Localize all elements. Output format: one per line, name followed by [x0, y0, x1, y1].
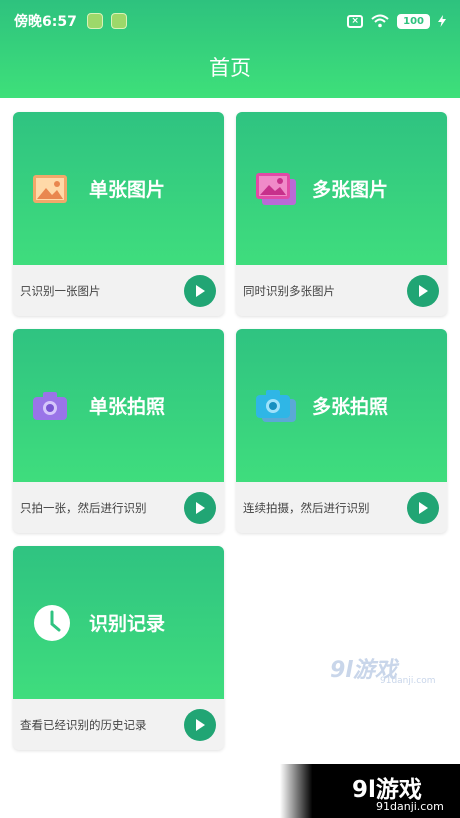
multi-camera-icon [256, 389, 296, 422]
card-description: 只拍一张，然后进行识别 [20, 500, 147, 515]
play-button[interactable] [407, 274, 439, 307]
play-button[interactable] [184, 274, 216, 307]
app-header: 傍晚6:57 × 100 首页 [0, 0, 460, 98]
play-icon [196, 284, 205, 297]
card-single-image[interactable]: 单张图片 只识别一张图片 [13, 112, 224, 316]
card-single-photo[interactable]: 单张拍照 只拍一张，然后进行识别 [13, 329, 224, 533]
card-description: 只识别一张图片 [20, 283, 101, 298]
card-banner: 多张拍照 [236, 329, 447, 482]
card-label: 识别记录 [89, 613, 166, 635]
page-title: 首页 [209, 56, 251, 80]
status-bar: 傍晚6:57 × 100 [0, 0, 460, 42]
image-icon [33, 174, 67, 203]
clock-icon [34, 604, 70, 641]
card-footer: 只拍一张，然后进行识别 [13, 482, 224, 533]
watermark-banner: 9l游戏 91danji.com [280, 764, 460, 818]
watermark-site: 91danji.com [380, 676, 436, 686]
notification-app-icon [86, 13, 103, 29]
card-label: 单张拍照 [89, 396, 166, 418]
card-description: 同时识别多张图片 [243, 283, 335, 298]
sim-off-icon: × [347, 14, 364, 28]
play-icon [419, 284, 428, 297]
wifi-icon [371, 14, 389, 28]
card-label: 单张图片 [89, 179, 166, 201]
play-button[interactable] [184, 491, 216, 524]
card-description: 连续拍摄，然后进行识别 [243, 500, 370, 515]
play-button[interactable] [184, 708, 216, 741]
card-footer: 同时识别多张图片 [236, 265, 447, 316]
camera-icon [33, 391, 67, 420]
status-icons: × 100 [347, 13, 446, 29]
play-button[interactable] [407, 491, 439, 524]
card-multi-image[interactable]: 多张图片 同时识别多张图片 [236, 112, 447, 316]
status-time: 傍晚6:57 [14, 14, 77, 30]
card-footer: 查看已经识别的历史记录 [13, 699, 224, 750]
notification-app-icon [110, 13, 127, 29]
charging-icon [438, 15, 446, 27]
card-multi-photo[interactable]: 多张拍照 连续拍摄，然后进行识别 [236, 329, 447, 533]
card-footer: 只识别一张图片 [13, 265, 224, 316]
card-banner: 识别记录 [13, 546, 224, 699]
card-banner: 多张图片 [236, 112, 447, 265]
card-label: 多张拍照 [312, 396, 389, 418]
card-description: 查看已经识别的历史记录 [20, 717, 147, 732]
watermark-url: 91danji.com [376, 800, 444, 813]
play-icon [419, 501, 428, 514]
card-label: 多张图片 [312, 179, 389, 201]
card-footer: 连续拍摄，然后进行识别 [236, 482, 447, 533]
card-banner: 单张拍照 [13, 329, 224, 482]
play-icon [196, 718, 205, 731]
card-history[interactable]: 识别记录 查看已经识别的历史记录 [13, 546, 224, 750]
card-banner: 单张图片 [13, 112, 224, 265]
battery-indicator: 100 [397, 13, 430, 29]
watermark-brand: 9l游戏 [352, 777, 422, 803]
play-icon [196, 501, 205, 514]
images-icon [256, 172, 296, 205]
